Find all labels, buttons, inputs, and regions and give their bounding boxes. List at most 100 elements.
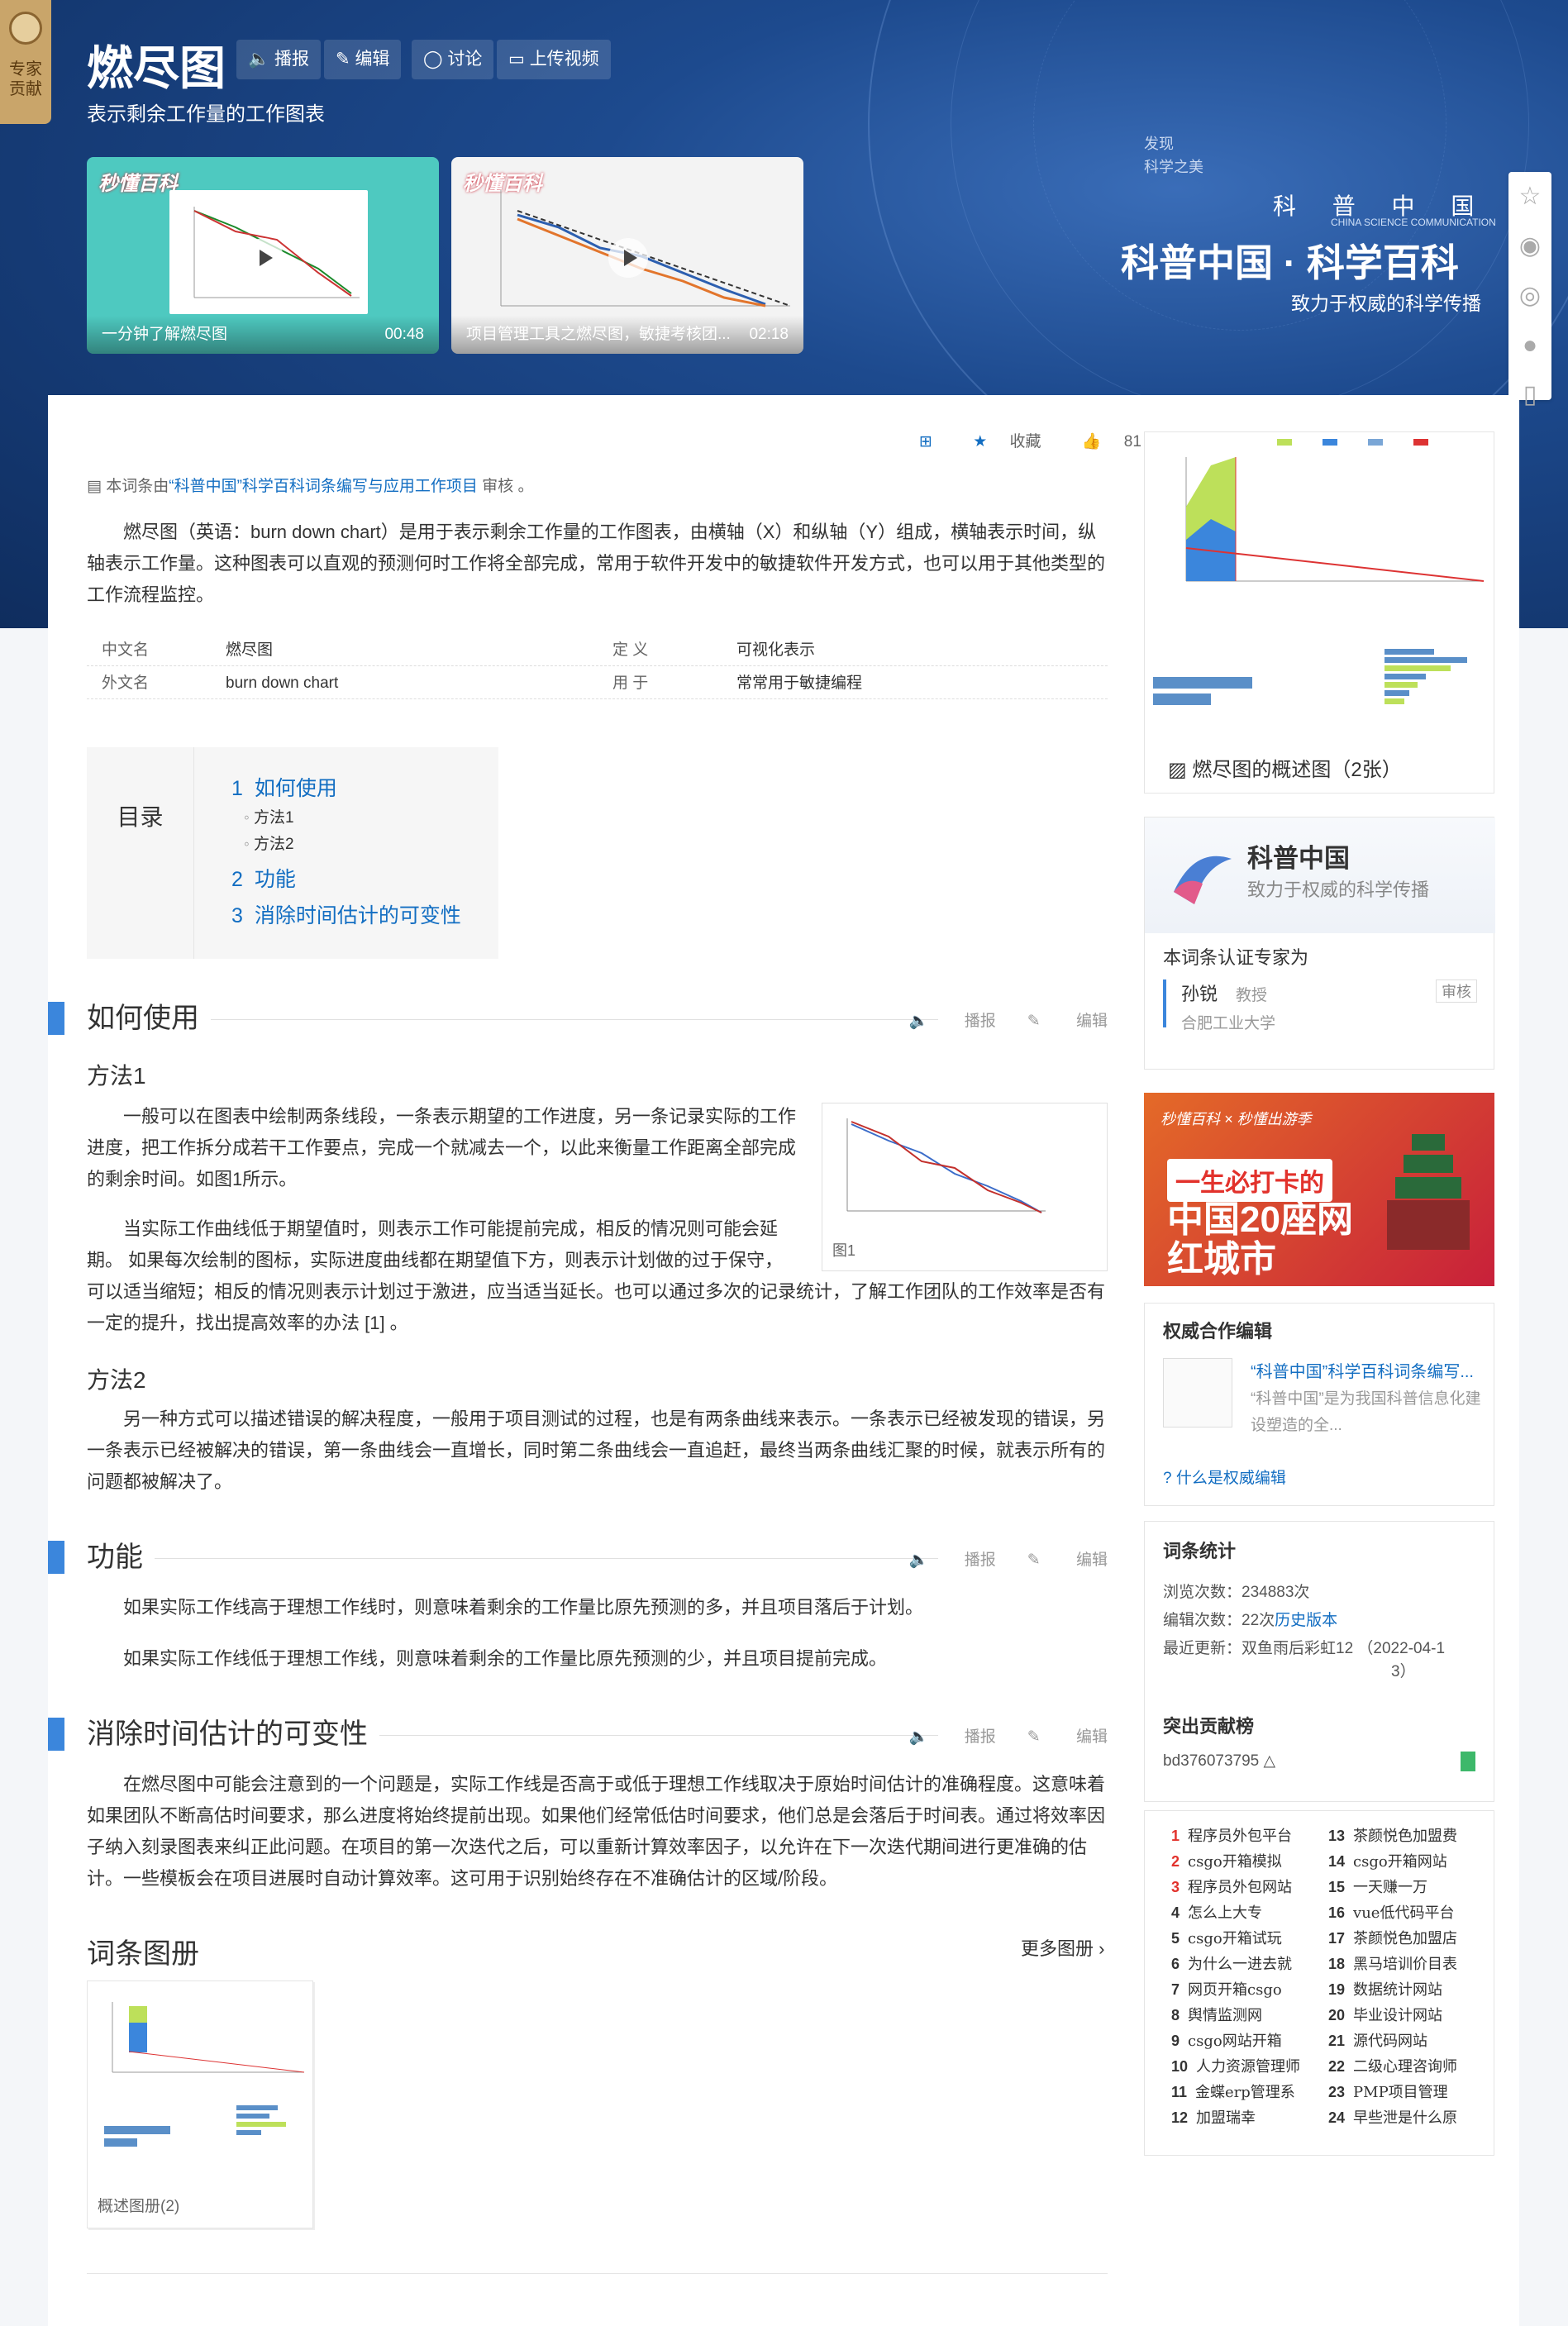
overview-caption: ▨ 燃尽图的概述图（2张）: [1168, 759, 1402, 781]
qq-icon[interactable]: ●: [1508, 321, 1551, 370]
page-subtitle: 表示剩余工作量的工作图表: [87, 103, 325, 126]
album-card[interactable]: 概述图册(2): [87, 1980, 313, 2228]
ranking-item[interactable]: 9 csgo网站开箱: [1171, 2029, 1282, 2051]
authority-link[interactable]: “科普中国”科学百科词条编写...: [1251, 1358, 1474, 1382]
edit-button[interactable]: ✎ 编辑: [1027, 1013, 1108, 1030]
edit-button[interactable]: ✎ 编辑: [324, 40, 402, 79]
question-icon: ?: [1163, 1470, 1172, 1487]
what-is-authority-link[interactable]: ? 什么是权威编辑: [1163, 1466, 1286, 1488]
level-icon: △: [1263, 1752, 1276, 1770]
thumb-up-icon: 👍: [1081, 433, 1102, 450]
ranking-item[interactable]: 12 加盟瑞幸: [1171, 2106, 1256, 2128]
play-audio-button[interactable]: 🔈 播报: [909, 1013, 996, 1030]
add-icon[interactable]: ⊞: [919, 433, 932, 450]
paragraph: 当实际工作曲线低于期望值时，则表示工作可能提前完成，相反的情况则可能会延期。 如…: [87, 1218, 784, 1270]
album-thumbnail: [104, 2002, 305, 2147]
collect-button[interactable]: ★ 收藏: [955, 433, 1041, 450]
ranking-item[interactable]: 21 源代码网站: [1328, 2029, 1427, 2051]
subsection-heading: 方法1: [87, 1063, 146, 1089]
star-icon[interactable]: ☆: [1508, 172, 1551, 222]
toc-item[interactable]: 3 消除时间估计的可变性: [231, 899, 461, 929]
toc-subitem[interactable]: 方法2: [244, 832, 294, 854]
weibo-icon[interactable]: ◉: [1508, 222, 1551, 271]
expert-icon: [9, 12, 42, 45]
paragraph: 另一种方式可以描述错误的解决程度，一般用于项目测试的过程，也是有两条曲线来表示。…: [87, 1408, 1106, 1492]
video-caption: 一分钟了解燃尽图 00:48: [87, 316, 439, 354]
ranking-item[interactable]: 18 黑马培训价目表: [1328, 1952, 1457, 1974]
ranking-item[interactable]: 6 为什么一进去就: [1171, 1952, 1292, 1974]
review-badge: 审核: [1436, 979, 1477, 1003]
intro-paragraph: 燃尽图（英语：burn down chart）是用于表示剩余工作量的工作图表，由…: [87, 522, 1106, 605]
ranking-item[interactable]: 3 程序员外包网站: [1171, 1876, 1292, 1897]
ranking-item[interactable]: 5 csgo开箱试玩: [1171, 1927, 1282, 1948]
ranking-item[interactable]: 7 网页开箱csgo: [1171, 1978, 1282, 2000]
subsection-heading: 方法2: [87, 1367, 146, 1393]
ranking-item[interactable]: 4 怎么上大专: [1171, 1901, 1262, 1923]
edit-button[interactable]: ✎ 编辑: [1027, 1551, 1108, 1569]
overview-image-card[interactable]: ▨ 燃尽图的概述图（2张）: [1144, 431, 1494, 794]
ranking-item[interactable]: 8 舆情监测网: [1171, 2004, 1262, 2025]
section-heading: 如何使用 🔈 播报 ✎ 编辑: [48, 1000, 1108, 1037]
discuss-button[interactable]: ◯ 讨论: [412, 40, 494, 79]
like-button[interactable]: 👍 81: [1064, 433, 1141, 450]
album-heading: 词条图册: [87, 1938, 199, 1970]
authority-thumbnail[interactable]: [1163, 1358, 1232, 1428]
play-icon[interactable]: [608, 238, 648, 278]
toc-subitem[interactable]: 方法1: [244, 805, 294, 827]
science-logo-en: CHINA SCIENCE COMMUNICATION: [1331, 217, 1496, 228]
ranking-item[interactable]: 1 程序员外包平台: [1171, 1824, 1292, 1846]
play-audio-button[interactable]: 🔈 播报: [909, 1551, 996, 1569]
info-row: 外文名 burn down chart 用 于 常常用于敏捷编程: [87, 668, 1108, 699]
toc-item[interactable]: 1 如何使用: [231, 772, 337, 802]
video-card[interactable]: 秒懂百科 项目管理工具之燃尽图，敏捷考核团... 02:18: [451, 157, 803, 354]
play-audio-button[interactable]: 🔈 播报: [909, 1728, 996, 1746]
ranking-item[interactable]: 10 人力资源管理师: [1171, 2055, 1300, 2076]
wechat-icon[interactable]: ◎: [1508, 271, 1551, 321]
history-link[interactable]: 历史版本: [1275, 1612, 1337, 1629]
science-tagline: 发现 科学之美: [1144, 136, 1203, 175]
review-project-link[interactable]: “科普中国”科学百科词条编写与应用工作项目: [169, 478, 478, 495]
video-logo: 秒懂百科: [98, 173, 178, 195]
science-title: 科普中国 · 科学百科: [1121, 241, 1459, 284]
ranking-item[interactable]: 15 一天赚一万: [1328, 1876, 1427, 1897]
edit-button[interactable]: ✎ 编辑: [1027, 1728, 1108, 1746]
ad-banner[interactable]: 秒懂百科 × 秒懂出游季 一生必打卡的 中国20座网红城市: [1144, 1093, 1494, 1286]
expert-contribution-badge[interactable]: 专家贡献: [0, 0, 51, 124]
expert-name[interactable]: 孙锐: [1181, 984, 1218, 1004]
kepu-logo: [1174, 856, 1232, 904]
ranking-item[interactable]: 19 数据统计网站: [1328, 1978, 1442, 2000]
paragraph: 如果实际工作线高于理想工作线时，则意味着剩余的工作量比原先预测的多，并且项目落后…: [123, 1597, 924, 1618]
ranking-item[interactable]: 17 茶颜悦色加盟店: [1328, 1927, 1457, 1948]
ranking-item[interactable]: 14 csgo开箱网站: [1328, 1850, 1447, 1871]
ranking-item[interactable]: 20 毕业设计网站: [1328, 2004, 1442, 2025]
paragraph: 在燃尽图中可能会注意到的一个问题是，实际工作线是否高于或低于理想工作线取决于原始…: [87, 1774, 1106, 1889]
entry-stats-card: 词条统计 浏览次数：234883次 编辑次数：22次历史版本 最近更新：双鱼雨后…: [1144, 1521, 1494, 1802]
bookmark-icon: [1461, 1752, 1475, 1771]
divider: [87, 2273, 1108, 2274]
paragraph: 如果实际工作线低于理想工作线，则意味着剩余的工作量比原先预测的少，并且项目提前完…: [123, 1648, 888, 1669]
ranking-item[interactable]: 11 金蝶erp管理系: [1171, 2081, 1295, 2102]
play-icon[interactable]: [244, 238, 284, 278]
review-notice: ▤ 本词条由“科普中国”科学百科词条编写与应用工作项目 审核 。: [87, 478, 534, 495]
hot-ranking-list: 1 程序员外包平台 2 csgo开箱模拟 3 程序员外包网站 4 怎么上大专 5 csgo开箱试玩…: [1144, 1810, 1494, 2156]
info-row: 中文名 燃尽图 定 义 可视化表示: [87, 635, 1108, 666]
toc-item[interactable]: 2 功能: [231, 863, 296, 893]
section-heading: 功能 🔈 播报 ✎ 编辑: [48, 1539, 1108, 1575]
more-albums-link[interactable]: 更多图册 ›: [1021, 1934, 1104, 1961]
video-card[interactable]: 秒懂百科 一分钟了解燃尽图 00:48: [87, 157, 439, 354]
ranking-item[interactable]: 22 二级心理咨询师: [1328, 2055, 1457, 2076]
upload-video-button[interactable]: ▭ 上传视频: [497, 40, 611, 79]
temple-illustration: [1387, 1134, 1470, 1250]
ranking-item[interactable]: 23 PMP项目管理: [1328, 2081, 1448, 2102]
ranking-item[interactable]: 24 早些泄是什么原: [1328, 2106, 1457, 2128]
expert-info: 孙锐 教授 合肥工业大学 审核: [1163, 979, 1477, 1032]
play-audio-button[interactable]: 🔈 播报: [236, 40, 321, 79]
kepu-card: 科普中国 致力于权威的科学传播 本词条认证专家为 孙锐 教授 合肥工业大学 审核: [1144, 817, 1495, 1070]
ranking-item[interactable]: 2 csgo开箱模拟: [1171, 1850, 1282, 1871]
figure-1[interactable]: 图1: [822, 1103, 1108, 1271]
contributor[interactable]: bd376073795 △: [1163, 1752, 1275, 1771]
ranking-item[interactable]: 16 vue低代码平台: [1328, 1901, 1454, 1923]
paragraph: 一般可以在图表中绘制两条线段，一条表示期望的工作进度，另一条记录实际的工作进度，…: [87, 1106, 797, 1189]
ranking-item[interactable]: 13 茶颜悦色加盟费: [1328, 1824, 1457, 1846]
overview-chart-image: [1153, 439, 1485, 705]
